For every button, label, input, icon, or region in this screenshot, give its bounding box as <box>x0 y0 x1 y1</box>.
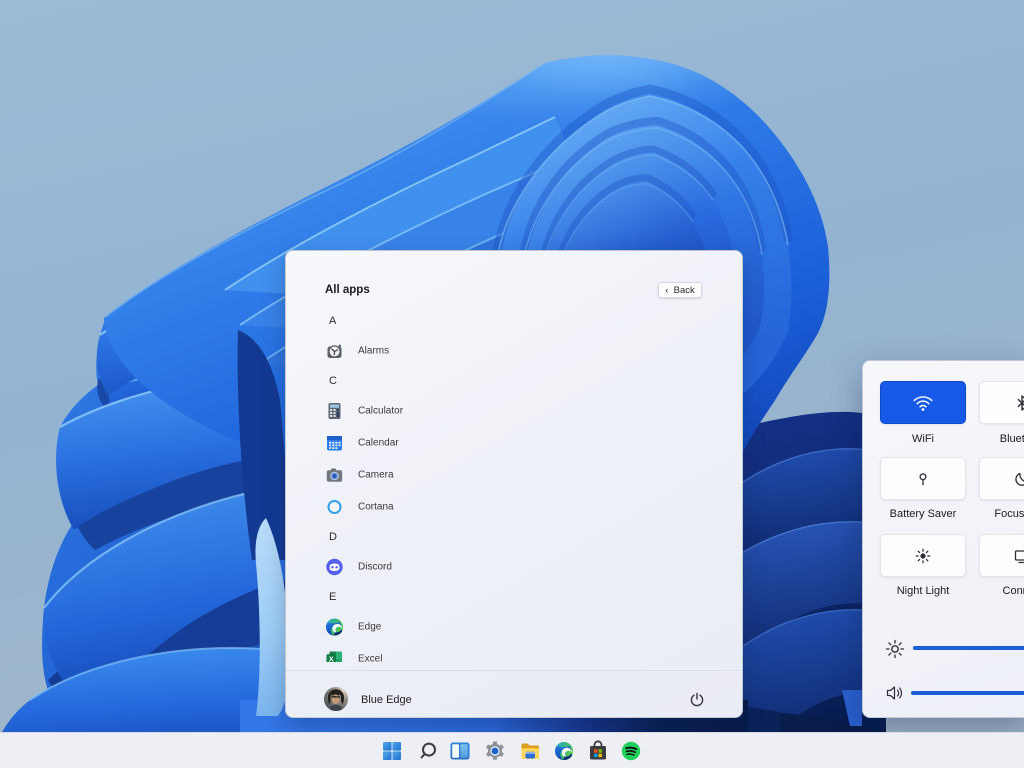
svg-text:X: X <box>329 655 334 662</box>
